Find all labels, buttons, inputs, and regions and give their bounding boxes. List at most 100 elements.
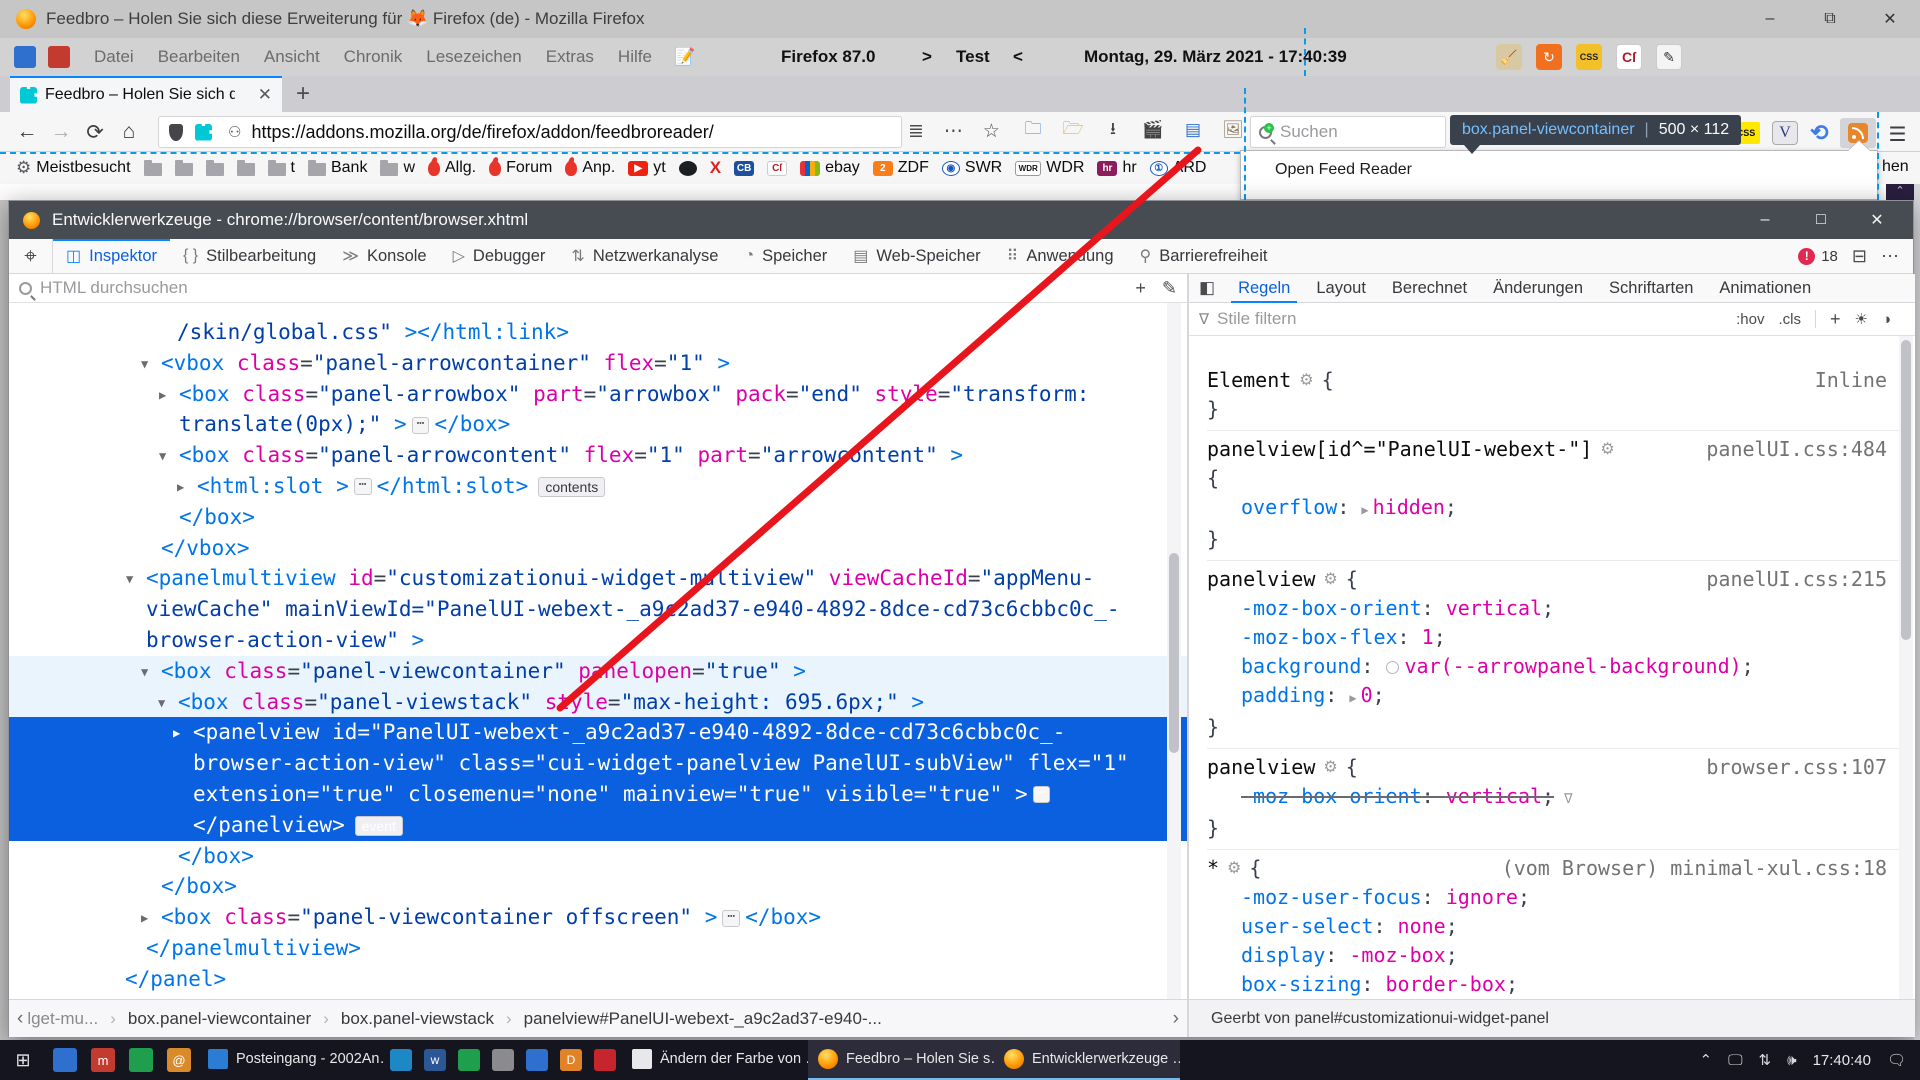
menu-item-extras[interactable]: Extras xyxy=(534,47,606,67)
rule-source-link[interactable]: (vom Browser) minimal-xul.css:18 xyxy=(1502,854,1899,883)
taskbar-button[interactable]: Feedbro – Holen Sie s… xyxy=(808,1040,994,1080)
bookmark-item[interactable] xyxy=(171,161,197,176)
breadcrumb-item[interactable]: lget-mu... xyxy=(27,1009,98,1029)
markup-line[interactable]: </box> xyxy=(9,841,1187,872)
tray-expand-icon[interactable]: ⌃ xyxy=(1699,1051,1712,1069)
bookmark-item[interactable]: w xyxy=(376,159,419,177)
rule-source-link[interactable]: panelUI.css:484 xyxy=(1706,435,1899,464)
highlight-selector-icon[interactable]: ⚙ xyxy=(1299,366,1313,395)
notification-icon[interactable]: 🗨 xyxy=(1887,1051,1906,1069)
breadcrumb-item[interactable]: box.panel-viewstack xyxy=(341,1009,494,1029)
css-rule[interactable]: panelview⚙{browser.css:107-moz-box-orien… xyxy=(1207,749,1899,850)
css-declaration[interactable]: padding: ▶0; xyxy=(1207,681,1899,713)
bookmark-item[interactable]: CB xyxy=(730,161,758,176)
menu-item-lesezeichen[interactable]: Lesezeichen xyxy=(414,47,533,67)
css-declaration[interactable]: -moz-user-focus: ignore; xyxy=(1207,883,1899,912)
css-declaration[interactable]: background: var(--arrowpanel-background)… xyxy=(1207,652,1899,681)
node-picker-icon[interactable]: ⌖ xyxy=(9,239,53,274)
add-rule-icon[interactable]: + xyxy=(1830,309,1841,330)
markup-line[interactable]: ▶<box class="panel-viewcontainer offscre… xyxy=(9,902,1187,933)
page-actions-icon[interactable]: ⋯ xyxy=(944,120,963,143)
start-button[interactable]: ⊞ xyxy=(0,1040,46,1080)
error-count-badge[interactable]: ! 18 xyxy=(1798,248,1838,265)
v-addon-icon[interactable]: V xyxy=(1772,121,1798,145)
css-declaration[interactable]: -moz-box-orient: vertical; xyxy=(1207,594,1899,623)
highlight-selector-icon[interactable]: ⚙ xyxy=(1600,435,1614,464)
devtools-maximize-button[interactable]: □ xyxy=(1793,201,1849,239)
css-addon-icon[interactable]: CSS xyxy=(1576,44,1602,70)
highlight-selector-icon[interactable]: ⚙ xyxy=(1323,565,1337,594)
devtools-tab-barrierefreiheit[interactable]: ⚲Barrierefreiheit xyxy=(1127,239,1281,274)
highlight-selector-icon[interactable]: ⚙ xyxy=(1323,753,1337,782)
permissions-icon[interactable]: ⚇ xyxy=(228,123,241,141)
bookmark-item[interactable] xyxy=(202,161,228,176)
taskbar-app-icon[interactable] xyxy=(492,1049,514,1071)
dark-theme-icon[interactable]: ◑ xyxy=(1882,311,1891,328)
tracking-shield-icon[interactable] xyxy=(169,124,183,141)
light-theme-icon[interactable]: ☀ xyxy=(1854,310,1867,328)
css-declaration[interactable]: -moz-box-orient: vertical;∇ xyxy=(1207,782,1899,814)
rule-selector[interactable]: panelview[id^="PanelUI-webext-"] xyxy=(1207,435,1592,464)
new-tab-button[interactable]: + xyxy=(296,80,310,108)
bookmark-item[interactable]: Forum xyxy=(485,159,556,177)
bookmark-item[interactable]: hrhr xyxy=(1093,159,1140,177)
cj-addon-icon[interactable]: Cſ xyxy=(1616,44,1642,70)
rule-source-link[interactable]: panelUI.css:215 xyxy=(1706,565,1899,594)
menu-item-datei[interactable]: Datei xyxy=(82,47,146,67)
taskbar-pinned-icon[interactable]: m xyxy=(91,1048,115,1072)
scrollbar-thumb[interactable] xyxy=(1169,553,1179,753)
devtools-menu-icon[interactable]: ⋯ xyxy=(1881,246,1899,267)
bookmark-item[interactable]: ◉SWR xyxy=(938,159,1006,177)
devtools-tab-debugger[interactable]: ▷Debugger xyxy=(440,239,559,274)
rule-selector[interactable]: panelview xyxy=(1207,753,1315,782)
menu-hamburger-icon[interactable]: ☰ xyxy=(1888,120,1906,147)
devtools-tab-konsole[interactable]: ≫Konsole xyxy=(329,239,439,274)
markup-line[interactable]: viewCache" mainViewId="PanelUI-webext-_a… xyxy=(9,594,1187,625)
taskbar-button[interactable]: Posteingang - 2002An… xyxy=(198,1040,384,1080)
sidebar-tab-layout[interactable]: Layout xyxy=(1303,274,1379,303)
taskbar-pinned-icon[interactable] xyxy=(53,1048,77,1072)
bookmark-item[interactable] xyxy=(675,161,701,176)
sidebar-tab-regeln[interactable]: Regeln xyxy=(1225,274,1303,303)
markup-line[interactable]: ▼<vbox class="panel-arrowcontainer" flex… xyxy=(9,348,1187,379)
split-console-icon[interactable]: ⊟ xyxy=(1852,246,1867,267)
taskbar-app-icon[interactable] xyxy=(458,1049,480,1071)
expand-arrow-icon[interactable]: ▶ xyxy=(173,718,180,749)
markup-line[interactable]: browser-action-view" class="cui-widget-p… xyxy=(9,748,1187,779)
highlight-selector-icon[interactable]: ⚙ xyxy=(1227,854,1241,883)
dropdown-item[interactable]: Open Feed Reader xyxy=(1275,161,1412,179)
restore-button[interactable]: ⧉ xyxy=(1800,0,1860,38)
devtools-tab-netzwerkanalyse[interactable]: ⇅Netzwerkanalyse xyxy=(558,239,731,274)
devtools-tab-web-speicher[interactable]: ▤Web-Speicher xyxy=(840,239,993,274)
sidebar-toggle-icon[interactable]: ◧ xyxy=(1189,278,1225,298)
menu-item-chronik[interactable]: Chronik xyxy=(332,47,415,67)
markup-line[interactable]: extension="true" closemenu="none" mainvi… xyxy=(9,779,1187,810)
taskbar-button[interactable]: Ändern der Farbe von … xyxy=(622,1040,808,1080)
breadcrumb-item[interactable]: panelview#PanelUI-webext-_a9c2ad37-e940-… xyxy=(524,1009,882,1029)
browser-tab[interactable]: Feedbro – Holen Sie sich d ✕ xyxy=(10,76,282,112)
contents-badge[interactable]: contents xyxy=(538,477,605,497)
expand-arrow-icon[interactable]: ▼ xyxy=(159,441,166,472)
taskbar-button[interactable]: Entwicklerwerkzeuge … xyxy=(994,1040,1180,1080)
devtools-tab-speicher[interactable]: ◔Speicher xyxy=(731,239,840,274)
taskbar-app-icon[interactable] xyxy=(526,1049,548,1071)
bookmark-item[interactable]: ①ARD xyxy=(1146,159,1211,177)
expand-arrow-icon[interactable]: ▶ xyxy=(159,380,166,411)
scrollbar-thumb[interactable] xyxy=(1901,340,1911,640)
markup-line[interactable]: </box> xyxy=(9,871,1187,902)
markup-line[interactable]: </panelview>event xyxy=(9,810,1187,841)
markup-line[interactable]: /skin/global.css" ></html:link> xyxy=(9,317,1187,348)
css-rule[interactable]: panelview[id^="PanelUI-webext-"] ⚙ panelUI… xyxy=(1207,431,1899,561)
bookmark-item[interactable] xyxy=(140,161,166,176)
sidebar-tab-änderungen[interactable]: Änderungen xyxy=(1480,274,1596,303)
rule-selector[interactable]: panelview xyxy=(1207,565,1315,594)
markup-line[interactable]: translate(0px);" >⋯</box> xyxy=(9,409,1187,440)
bookmark-item[interactable]: t xyxy=(264,159,299,177)
clapperboard-icon[interactable]: 🎬 xyxy=(1142,120,1164,140)
html-search-bar[interactable]: HTML durchsuchen + ✎ xyxy=(9,274,1187,303)
devtools-tab-stilbearbeitung[interactable]: { }Stilbearbeitung xyxy=(170,239,329,274)
bookmark-item[interactable] xyxy=(233,161,259,176)
refresh-pages-icon[interactable]: ⟲ xyxy=(1810,120,1828,146)
url-text[interactable]: https://addons.mozilla.org/de/firefox/ad… xyxy=(251,122,713,143)
edit-notes-icon[interactable]: ✎ xyxy=(1656,44,1682,70)
